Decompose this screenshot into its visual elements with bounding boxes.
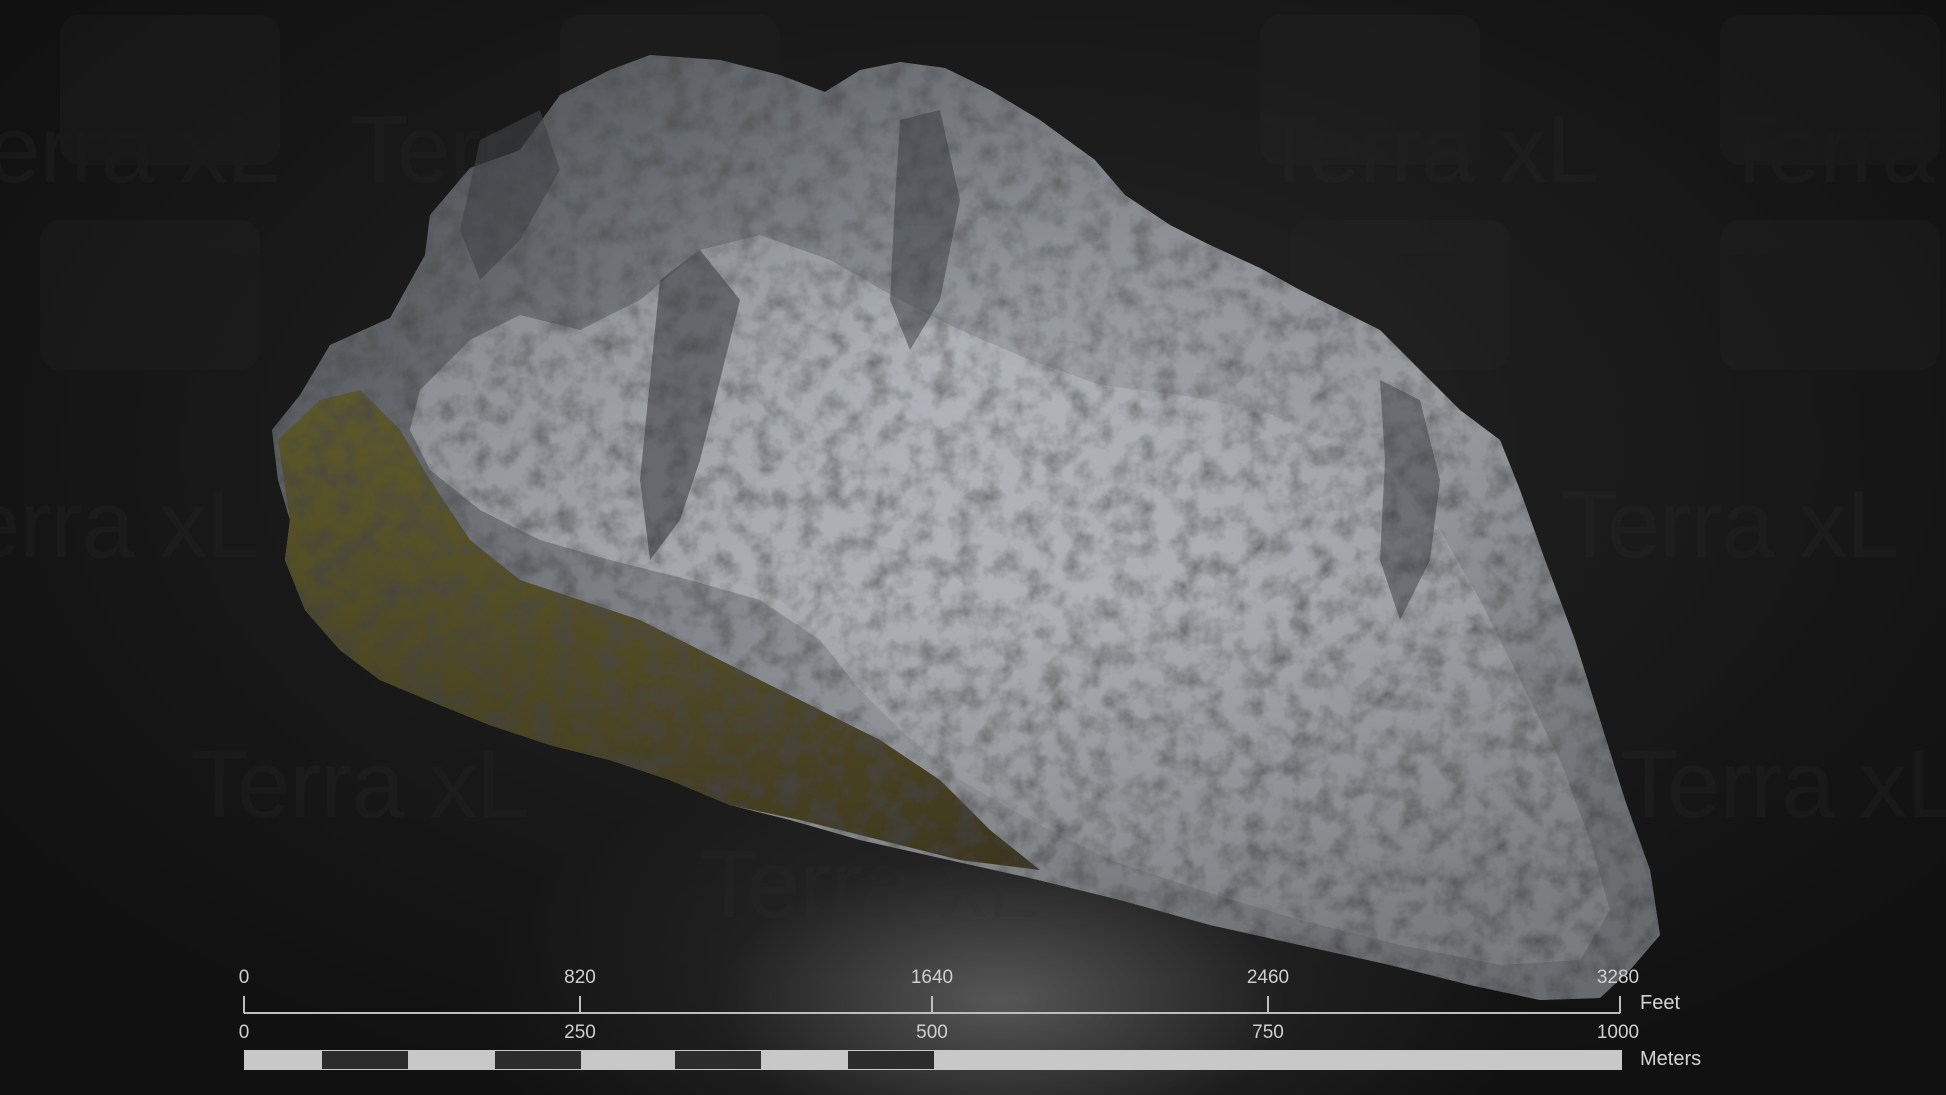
meters-tick-label: 750 bbox=[1252, 1022, 1284, 1043]
meters-bar-segment-dark bbox=[675, 1051, 761, 1069]
meters-tick-label: 1000 bbox=[1596, 1022, 1640, 1043]
meters-unit-label: Meters bbox=[1640, 1048, 1702, 1070]
feet-tick-label: 820 bbox=[564, 967, 596, 988]
meters-bar-segment-dark bbox=[848, 1051, 934, 1069]
meters-tick-label: 500 bbox=[916, 1022, 948, 1043]
meters-tick-label: 0 bbox=[238, 1022, 250, 1043]
feet-tick-label: 3280 bbox=[1596, 967, 1640, 988]
feet-tick-label: 2460 bbox=[1246, 967, 1290, 988]
render-stage: Terra xL Terra xL Terra xL Terra xL Terr… bbox=[0, 0, 1946, 1095]
feet-unit-label: Feet bbox=[1640, 992, 1681, 1014]
feet-tick-label: 1640 bbox=[910, 967, 954, 988]
scale-bar bbox=[243, 996, 1622, 1070]
feet-tick-label: 0 bbox=[238, 967, 250, 988]
meters-bar-segment-dark bbox=[495, 1051, 581, 1069]
meters-tick-label: 250 bbox=[564, 1022, 596, 1043]
meters-bar-segment-dark bbox=[322, 1051, 408, 1069]
